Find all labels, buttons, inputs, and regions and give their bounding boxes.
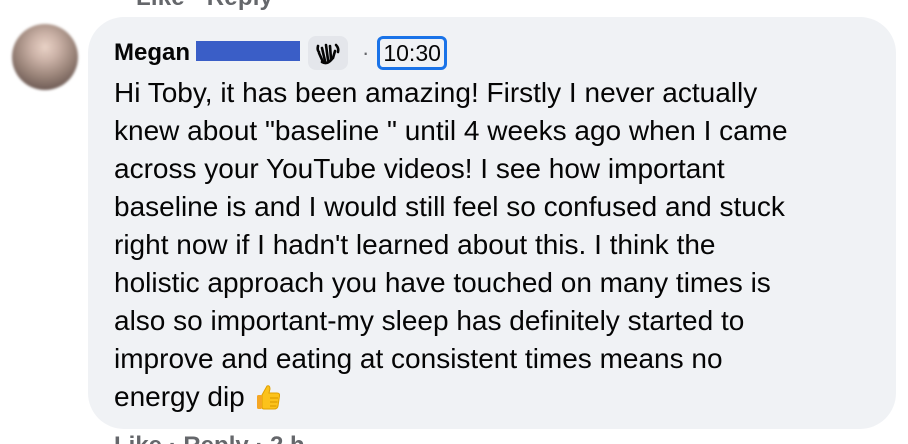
comment-line: across your YouTube videos! I see how im… xyxy=(114,153,725,184)
badge[interactable] xyxy=(308,36,349,70)
comment-line: knew about "baseline " until 4 weeks ago… xyxy=(114,115,788,146)
avatar[interactable] xyxy=(12,24,78,90)
timestamp-link[interactable]: 10:30 xyxy=(377,36,447,70)
comment-line: right now if I hadn't learned about this… xyxy=(114,229,716,260)
comment-actions[interactable]: Like · Reply · 2 h xyxy=(114,432,305,444)
separator-dot: · xyxy=(362,40,370,65)
comment-line: energy dip xyxy=(114,381,245,412)
previous-comment-actions[interactable]: Like · Reply xyxy=(136,0,273,12)
comment-line: holistic approach you have touched on ma… xyxy=(114,267,771,298)
comment-text: Hi Toby, it has been amazing! Firstly I … xyxy=(114,74,884,422)
thumbs-up-icon xyxy=(253,382,283,422)
author-name[interactable]: Megan xyxy=(114,39,190,67)
redacted-surname xyxy=(196,41,301,61)
waving-hand-icon xyxy=(316,43,340,65)
comment-header: Megan · 10:30 xyxy=(114,36,447,70)
comment-last-line: energy dip xyxy=(114,378,884,422)
comment-line: improve and eating at consistent times m… xyxy=(114,343,723,374)
comment-thread: Like · Reply Megan · 10:30 Hi xyxy=(0,0,908,444)
comment-line: Hi Toby, it has been amazing! Firstly I … xyxy=(114,77,758,108)
comment-line: baseline is and I would still feel so co… xyxy=(114,191,785,222)
comment-line: also so important-my sleep has definitel… xyxy=(114,305,745,336)
